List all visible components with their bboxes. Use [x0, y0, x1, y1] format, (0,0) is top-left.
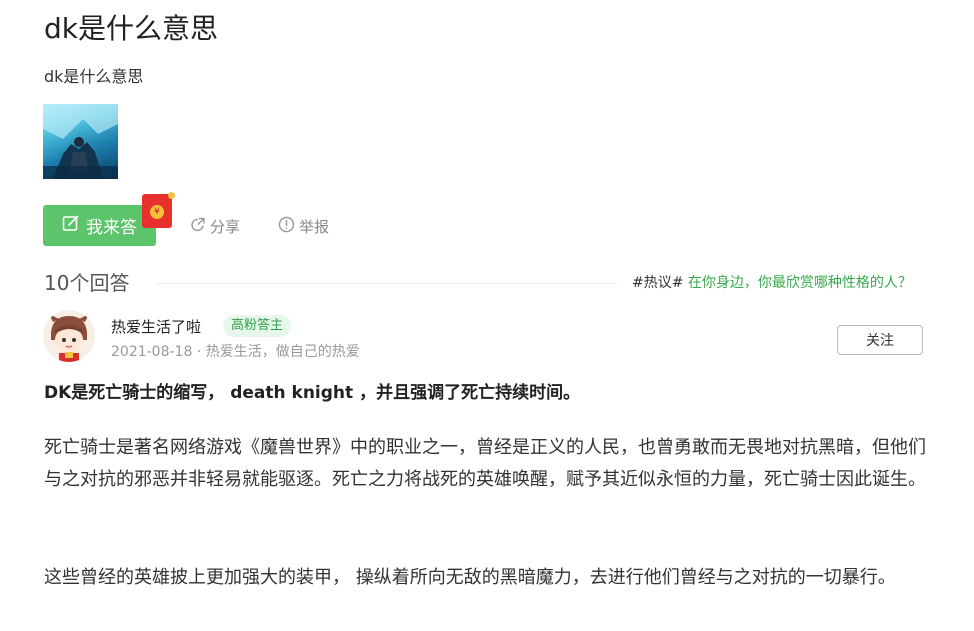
- answer-button-label: 我来答: [86, 218, 137, 238]
- alert-icon: [278, 216, 295, 237]
- share-icon: [190, 217, 206, 237]
- status-badge: 高粉答主: [223, 315, 292, 337]
- report-button[interactable]: 举报: [278, 216, 329, 237]
- follow-button[interactable]: 关注: [837, 325, 923, 355]
- answers-count: 10个回答: [44, 271, 130, 295]
- report-label: 举报: [299, 218, 330, 236]
- avatar[interactable]: [43, 310, 95, 362]
- section-divider: [157, 283, 617, 284]
- answer-meta: 2021-08-18 · 热爱生活，做自己的热爱: [111, 344, 360, 360]
- answer-paragraph: 这些曾经的英雄披上更加强大的装甲， 操纵着所向无敌的黑暗魔力，去进行他们曾经与之…: [44, 567, 896, 588]
- share-button[interactable]: 分享: [190, 216, 240, 237]
- question-description: dk是什么意思: [44, 67, 144, 86]
- hot-topic-tag: #热议#: [632, 275, 684, 291]
- edit-icon: [62, 214, 80, 237]
- redpacket-dot: [168, 192, 175, 199]
- share-label: 分享: [210, 218, 241, 236]
- question-title: dk是什么意思: [44, 12, 218, 45]
- hot-topic[interactable]: #热议# 在你身边，你最欣赏哪种性格的人？: [632, 273, 912, 293]
- author-name[interactable]: 热爱生活了啦: [111, 317, 201, 337]
- answer-button[interactable]: 我来答: [43, 205, 156, 246]
- question-image[interactable]: [43, 104, 118, 179]
- answer-paragraph: 死亡骑士是著名网络游戏《魔兽世界》中的职业之一，曾经是正义的人民，也曾勇敢而无畏…: [44, 437, 926, 490]
- redpacket-icon[interactable]: ¥: [142, 192, 175, 228]
- hot-topic-link[interactable]: 在你身边，你最欣赏哪种性格的人？: [688, 275, 912, 291]
- answer-summary: DK是死亡骑士的缩写， death knight ，并且强调了死亡持续时间。: [44, 383, 581, 403]
- redpacket-coin: ¥: [150, 205, 164, 219]
